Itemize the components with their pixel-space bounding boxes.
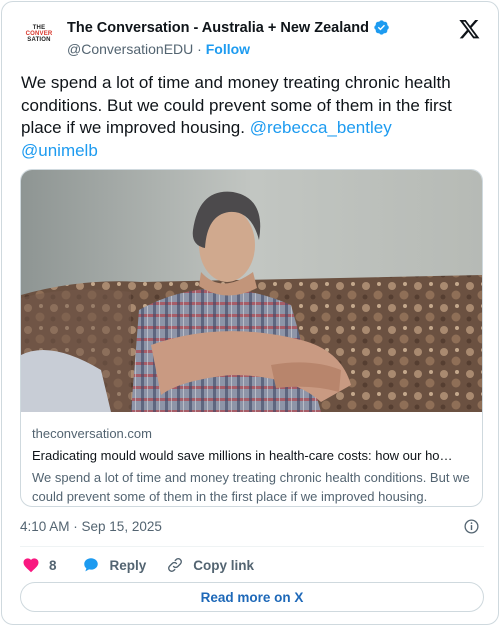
tweet-timestamp[interactable]: 4:10 AM · Sep 15, 2025 [20, 519, 162, 534]
like-button[interactable]: 8 [22, 556, 57, 574]
author-name[interactable]: The Conversation - Australia + New Zeala… [67, 20, 369, 36]
info-icon[interactable] [463, 518, 480, 535]
copy-link-button[interactable]: Copy link [166, 556, 254, 574]
tweet-header: THE CONVER SATION The Conversation - Aus… [21, 16, 489, 66]
author-handle[interactable]: @ConversationEDU [67, 41, 193, 57]
link-description: We spend a lot of time and money treatin… [32, 470, 470, 504]
x-logo-icon[interactable] [458, 18, 481, 40]
reply-bubble-icon [83, 558, 98, 572]
link-meta: theconversation.com Eradicating mould wo… [32, 426, 474, 506]
action-bar: 8 Reply Copy link [22, 555, 254, 575]
link-title: Eradicating mould would save millions in… [32, 448, 453, 463]
author-avatar[interactable]: THE CONVER SATION [21, 16, 57, 52]
author-name-line: The Conversation - Australia + New Zeala… [67, 19, 390, 36]
reply-label: Reply [109, 557, 147, 573]
link-domain: theconversation.com [32, 426, 152, 441]
follow-button[interactable]: Follow [206, 41, 250, 57]
mention-rebecca-bentley[interactable]: @rebecca_bentley [250, 118, 392, 137]
handle-separator: · [197, 41, 202, 57]
read-more-button[interactable]: Read more on X [20, 582, 484, 612]
tweet-embed-card: THE CONVER SATION The Conversation - Aus… [1, 1, 499, 625]
heart-icon [23, 558, 39, 573]
mention-unimelb[interactable]: @unimelb [21, 141, 98, 160]
like-count: 8 [49, 557, 57, 573]
link-icon [168, 558, 183, 572]
author-handle-line: @ConversationEDU · Follow [67, 41, 250, 57]
link-preview-card[interactable]: theconversation.com Eradicating mould wo… [20, 169, 483, 507]
copy-link-label: Copy link [193, 557, 255, 573]
divider [20, 546, 484, 547]
tweet-text: We spend a lot of time and money treatin… [21, 72, 487, 162]
verified-badge-icon [374, 20, 389, 35]
timestamp-row: 4:10 AM · Sep 15, 2025 [20, 518, 482, 538]
article-photo [21, 170, 482, 412]
avatar-line-3: SATION [27, 37, 51, 43]
reply-button[interactable]: Reply [82, 556, 147, 574]
